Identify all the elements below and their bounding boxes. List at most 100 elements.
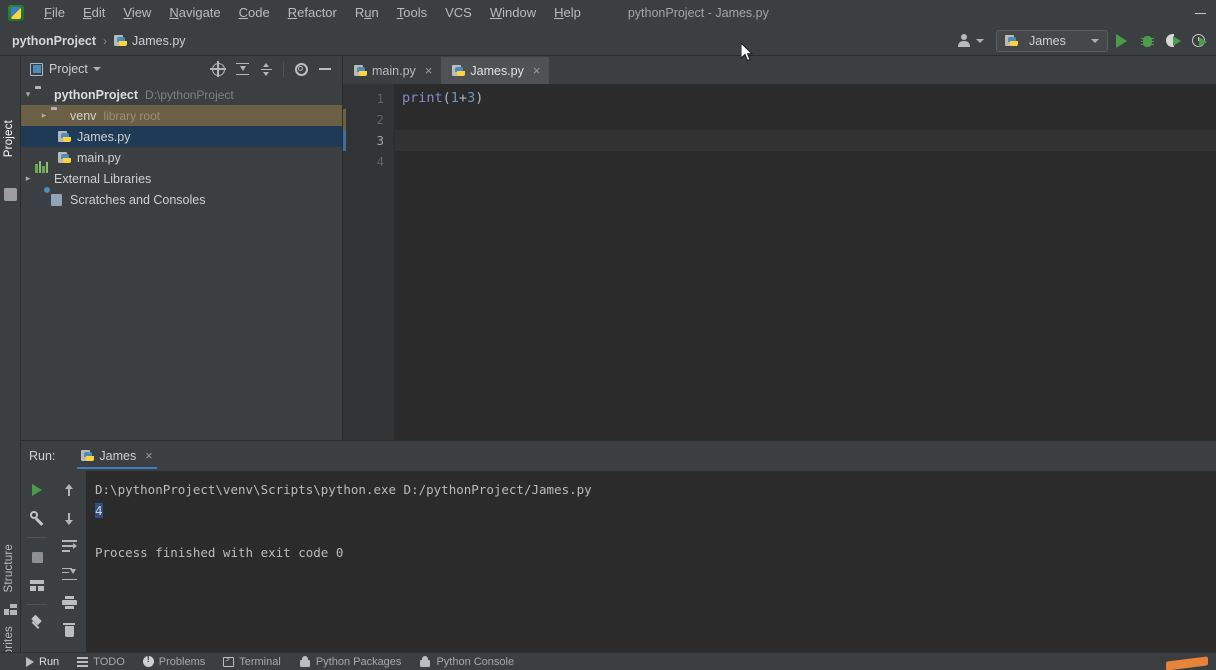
close-icon[interactable]: × — [533, 64, 541, 77]
chevron-down-icon[interactable]: ▾ — [21, 89, 35, 100]
strip-button-project[interactable]: Project — [3, 120, 15, 157]
breadcrumb: pythonProject › James.py — [12, 34, 186, 48]
status-item-todo[interactable]: TODO — [77, 656, 125, 668]
hide-panel-button[interactable] — [314, 58, 336, 80]
menu-item-edit[interactable]: Edit — [74, 2, 114, 24]
run-tool-window: Run: James × D:\pythonProject\venv\Scrip… — [21, 440, 1216, 652]
menu-item-navigate[interactable]: Navigate — [160, 2, 229, 24]
profile-button[interactable] — [1186, 28, 1212, 54]
strip-button-structure[interactable]: Structure — [3, 544, 15, 592]
chevron-right-icon[interactable]: ▸ — [21, 173, 35, 184]
layout-button[interactable] — [24, 572, 50, 598]
collapse-all-button[interactable] — [255, 58, 277, 80]
tab-label: main.py — [372, 63, 416, 78]
menu-item-tools[interactable]: Tools — [388, 2, 436, 24]
status-label: Run — [39, 655, 60, 668]
tree-row-scratches-and-consoles[interactable]: Scratches and Consoles — [21, 185, 342, 210]
console-scrollbar[interactable] — [1203, 471, 1216, 652]
run-configuration-label: James — [1029, 33, 1066, 48]
project-settings-button[interactable] — [290, 58, 312, 80]
clear-all-button[interactable] — [56, 617, 82, 643]
up-button[interactable] — [56, 477, 82, 503]
run-panel-body: D:\pythonProject\venv\Scripts\python.exe… — [21, 471, 1216, 652]
close-icon[interactable]: × — [425, 64, 433, 77]
chevron-down-icon[interactable] — [92, 67, 101, 71]
minimize-button[interactable] — [1184, 0, 1216, 26]
tab-label: James.py — [470, 63, 524, 78]
tree-row-main-py[interactable]: main.py — [21, 147, 342, 168]
run-console-output[interactable]: D:\pythonProject\venv\Scripts\python.exe… — [86, 471, 1216, 652]
project-view-icon — [30, 62, 43, 76]
status-label: Python Console — [436, 655, 515, 668]
run-panel-toolbar — [21, 471, 86, 652]
status-label: TODO — [93, 655, 125, 668]
print-button[interactable] — [56, 589, 82, 615]
accent-marker — [1166, 656, 1208, 670]
status-label: Problems — [158, 655, 206, 668]
profile-icon — [1191, 33, 1207, 48]
code-editor[interactable]: 1 2 3 4 print(1+3) — [343, 84, 1216, 440]
rerun-button[interactable] — [24, 477, 50, 503]
tree-row-external-libraries[interactable]: ▸ External Libraries — [21, 160, 342, 189]
tree-sublabel: library root — [103, 108, 161, 123]
menu-item-help[interactable]: Help — [545, 2, 590, 24]
gear-icon — [294, 62, 308, 76]
run-tab-james[interactable]: James × — [77, 441, 157, 471]
run-panel-header: Run: James × — [21, 441, 1216, 471]
breadcrumb-project[interactable]: pythonProject — [12, 34, 96, 48]
run-with-coverage-button[interactable] — [1160, 28, 1186, 54]
down-button[interactable] — [56, 505, 82, 531]
project-folder-icon — [4, 188, 17, 201]
breadcrumb-file[interactable]: James.py — [114, 34, 186, 48]
expand-all-icon — [235, 62, 249, 76]
run-toolbar-column-right — [53, 477, 85, 652]
project-panel-title: Project — [49, 62, 88, 76]
run-configuration-selector[interactable]: James — [996, 29, 1108, 52]
code-token-lparen: ( — [442, 90, 451, 106]
menu-item-window[interactable]: Window — [481, 2, 545, 24]
tree-row-pythonproject[interactable]: ▾ pythonProject D:\pythonProject — [21, 84, 342, 105]
python-file-icon — [58, 151, 73, 165]
code-token-num2: 3 — [467, 90, 476, 106]
stop-button[interactable] — [24, 544, 50, 570]
run-settings-button[interactable] — [24, 505, 50, 531]
menu-item-code[interactable]: Code — [230, 2, 279, 24]
status-item-python-console[interactable]: Python Console — [419, 656, 514, 668]
scroll-to-end-button[interactable] — [56, 561, 82, 587]
soft-wrap-icon — [61, 540, 77, 552]
status-bar: Run TODO Problems Terminal Python Packag… — [0, 652, 1216, 670]
run-icon — [26, 656, 34, 667]
tab-main-py[interactable]: main.py × — [343, 57, 441, 84]
user-account-button[interactable] — [951, 31, 990, 51]
pin-tab-button[interactable] — [24, 611, 50, 637]
menu-item-view[interactable]: View — [114, 2, 160, 24]
breadcrumb-file-label: James.py — [132, 33, 186, 48]
chevron-right-icon[interactable]: ▸ — [37, 110, 51, 121]
project-tree: ▾ pythonProject D:\pythonProject ▸ venv … — [21, 82, 342, 210]
status-item-run[interactable]: Run — [26, 656, 59, 668]
tree-row-venv[interactable]: ▸ venv library root — [21, 105, 342, 126]
status-item-problems[interactable]: Problems — [142, 654, 206, 668]
soft-wrap-button[interactable] — [56, 533, 82, 559]
debug-button[interactable] — [1134, 28, 1160, 54]
code-content[interactable]: print(1+3) — [395, 84, 1216, 440]
menu-item-refactor[interactable]: Refactor — [279, 2, 346, 24]
editor-gutter[interactable]: 1 2 3 4 — [343, 84, 395, 440]
rerun-icon — [32, 484, 42, 496]
code-line-1: print(1+3) — [395, 88, 1216, 109]
menu-item-run[interactable]: Run — [346, 2, 388, 24]
status-item-python-packages[interactable]: Python Packages — [299, 656, 401, 668]
close-icon[interactable]: × — [145, 449, 152, 463]
select-opened-file-button[interactable] — [207, 58, 229, 80]
tree-label: James.py — [77, 129, 131, 144]
tree-row-james-py[interactable]: James.py — [21, 126, 342, 147]
status-item-terminal[interactable]: Terminal — [223, 655, 281, 668]
menu-item-vcs[interactable]: VCS — [436, 2, 481, 24]
run-icon — [1115, 33, 1127, 48]
debug-icon — [1140, 35, 1154, 47]
run-button[interactable] — [1108, 28, 1134, 54]
expand-all-button[interactable] — [231, 58, 253, 80]
tab-james-py[interactable]: James.py × — [441, 57, 550, 84]
menu-item-file[interactable]: File — [35, 2, 74, 24]
